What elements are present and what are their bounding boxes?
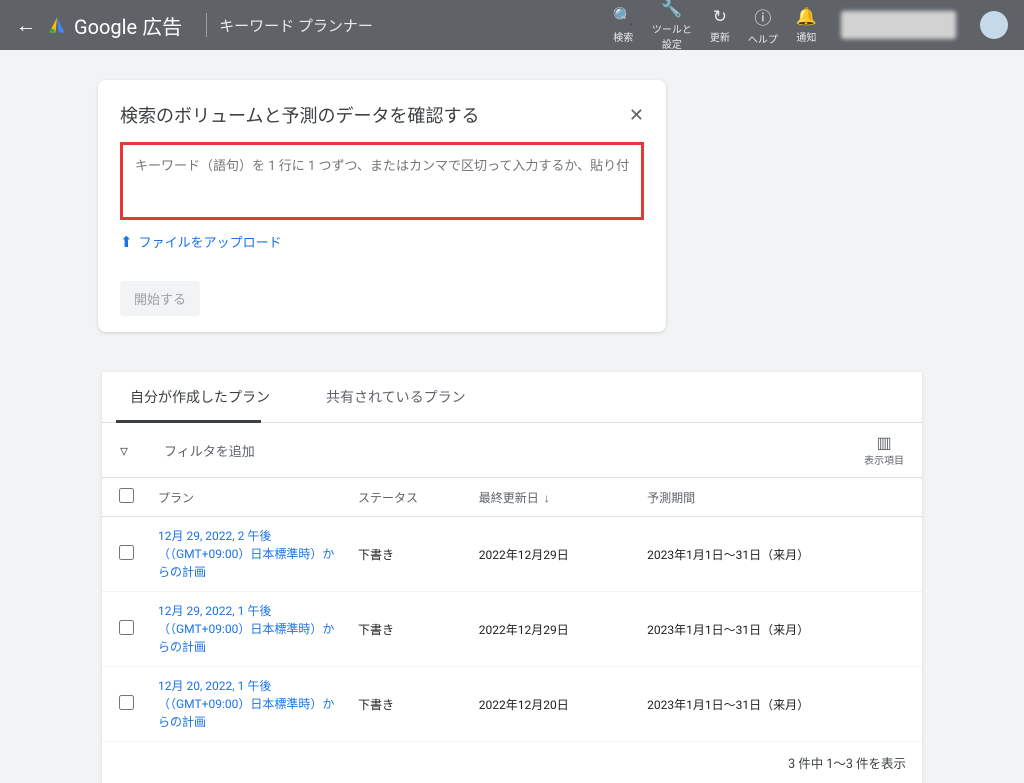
add-filter-link[interactable]: フィルタを追加 xyxy=(164,441,255,460)
app-header: ← Google 広告 キーワード プランナー 🔍 検索 🔧 ツールと 設定 ↻… xyxy=(0,0,1024,50)
plan-updated: 2022年12月29日 xyxy=(471,517,639,592)
wrench-icon: 🔧 xyxy=(661,0,682,19)
help-icon: ⓘ xyxy=(754,4,771,29)
col-checkbox xyxy=(102,478,150,517)
plan-period: 2023年1月1日～31日（来月） xyxy=(639,592,922,667)
row-checkbox[interactable] xyxy=(119,545,134,560)
page-content: 検索のボリュームと予測のデータを確認する ✕ ⬆ ファイルをアップロード 開始す… xyxy=(0,50,1024,783)
plan-link[interactable]: 12月 29, 2022, 1 午後（（GMT+09:00）日本標準時）からの計… xyxy=(150,592,350,667)
bell-icon: 🔔 xyxy=(796,7,817,27)
user-avatar[interactable] xyxy=(980,11,1008,39)
keyword-input[interactable] xyxy=(135,159,629,174)
pagination-info: 3 件中 1～3 件を表示 xyxy=(102,742,922,783)
plan-status: 下書き xyxy=(350,517,471,592)
table-row: 12月 29, 2022, 2 午後（（GMT+09:00）日本標準時）からの計… xyxy=(102,517,922,592)
columns-label: 表示項目 xyxy=(864,452,904,467)
nav-refresh-label: 更新 xyxy=(710,29,730,44)
filter-bar: ▿ フィルタを追加 ▥ 表示項目 xyxy=(102,423,922,478)
nav-notif-label: 通知 xyxy=(796,29,816,44)
tab-shared-plans[interactable]: 共有されているプラン xyxy=(298,372,494,422)
col-updated[interactable]: 最終更新日 ↓ xyxy=(471,478,639,517)
refresh-icon: ↻ xyxy=(713,7,727,27)
upload-label: ファイルをアップロード xyxy=(139,232,282,251)
plan-status: 下書き xyxy=(350,592,471,667)
search-icon: 🔍 xyxy=(613,7,634,27)
back-arrow-icon[interactable]: ← xyxy=(16,13,36,38)
upload-file-link[interactable]: ⬆ ファイルをアップロード xyxy=(120,232,282,251)
nav-help[interactable]: ⓘ ヘルプ xyxy=(748,4,778,46)
nav-refresh[interactable]: ↻ 更新 xyxy=(710,7,730,44)
plans-panel: 自分が作成したプラン 共有されているプラン ▿ フィルタを追加 ▥ 表示項目 プ… xyxy=(102,372,922,783)
row-checkbox-cell xyxy=(102,592,150,667)
sort-down-icon: ↓ xyxy=(544,491,550,505)
brand-label: Google 広告 xyxy=(74,11,182,40)
keyword-input-box[interactable] xyxy=(120,142,644,220)
nav-search[interactable]: 🔍 検索 xyxy=(613,7,634,44)
row-checkbox-cell xyxy=(102,667,150,742)
header-tools: 🔍 検索 🔧 ツールと 設定 ↻ 更新 ⓘ ヘルプ 🔔 通知 xyxy=(613,0,1008,51)
columns-toggle[interactable]: ▥ 表示項目 xyxy=(864,433,904,467)
forecast-card: 検索のボリュームと予測のデータを確認する ✕ ⬆ ファイルをアップロード 開始す… xyxy=(98,80,666,332)
nav-notifications[interactable]: 🔔 通知 xyxy=(796,7,817,44)
plan-period: 2023年1月1日～31日（来月） xyxy=(639,517,922,592)
row-checkbox[interactable] xyxy=(119,620,134,635)
tab-my-plans[interactable]: 自分が作成したプラン xyxy=(102,372,298,422)
upload-icon: ⬆ xyxy=(120,233,133,251)
nav-tools-label: ツールと 設定 xyxy=(652,21,692,51)
plan-period: 2023年1月1日～31日（来月） xyxy=(639,667,922,742)
nav-help-label: ヘルプ xyxy=(748,31,778,46)
product-title: キーワード プランナー xyxy=(219,15,373,36)
plan-updated: 2022年12月20日 xyxy=(471,667,639,742)
table-row: 12月 20, 2022, 1 午後（（GMT+09:00）日本標準時）からの計… xyxy=(102,667,922,742)
start-button[interactable]: 開始する xyxy=(120,281,200,316)
plans-table: プラン ステータス 最終更新日 ↓ 予測期間 12月 29, 2022, 2 午… xyxy=(102,478,922,742)
nav-search-label: 検索 xyxy=(613,29,633,44)
row-checkbox-cell xyxy=(102,517,150,592)
plan-updated: 2022年12月29日 xyxy=(471,592,639,667)
plan-link[interactable]: 12月 20, 2022, 1 午後（（GMT+09:00）日本標準時）からの計… xyxy=(150,667,350,742)
card-title: 検索のボリュームと予測のデータを確認する xyxy=(120,102,479,128)
plan-status: 下書き xyxy=(350,667,471,742)
plans-tabs: 自分が作成したプラン 共有されているプラン xyxy=(102,372,922,423)
table-row: 12月 29, 2022, 1 午後（（GMT+09:00）日本標準時）からの計… xyxy=(102,592,922,667)
header-separator xyxy=(206,13,207,37)
filter-icon[interactable]: ▿ xyxy=(120,441,128,460)
select-all-checkbox[interactable] xyxy=(119,488,134,503)
col-status[interactable]: ステータス xyxy=(350,478,471,517)
close-icon[interactable]: ✕ xyxy=(629,105,644,126)
google-ads-logo-icon xyxy=(48,16,66,34)
columns-icon: ▥ xyxy=(876,433,891,452)
col-plan[interactable]: プラン xyxy=(150,478,350,517)
col-updated-label: 最終更新日 xyxy=(479,491,539,505)
card-header: 検索のボリュームと予測のデータを確認する ✕ xyxy=(120,102,644,128)
account-selector[interactable] xyxy=(841,11,956,39)
row-checkbox[interactable] xyxy=(119,695,134,710)
col-period[interactable]: 予測期間 xyxy=(639,478,922,517)
plan-link[interactable]: 12月 29, 2022, 2 午後（（GMT+09:00）日本標準時）からの計… xyxy=(150,517,350,592)
nav-tools-settings[interactable]: 🔧 ツールと 設定 xyxy=(652,0,692,51)
